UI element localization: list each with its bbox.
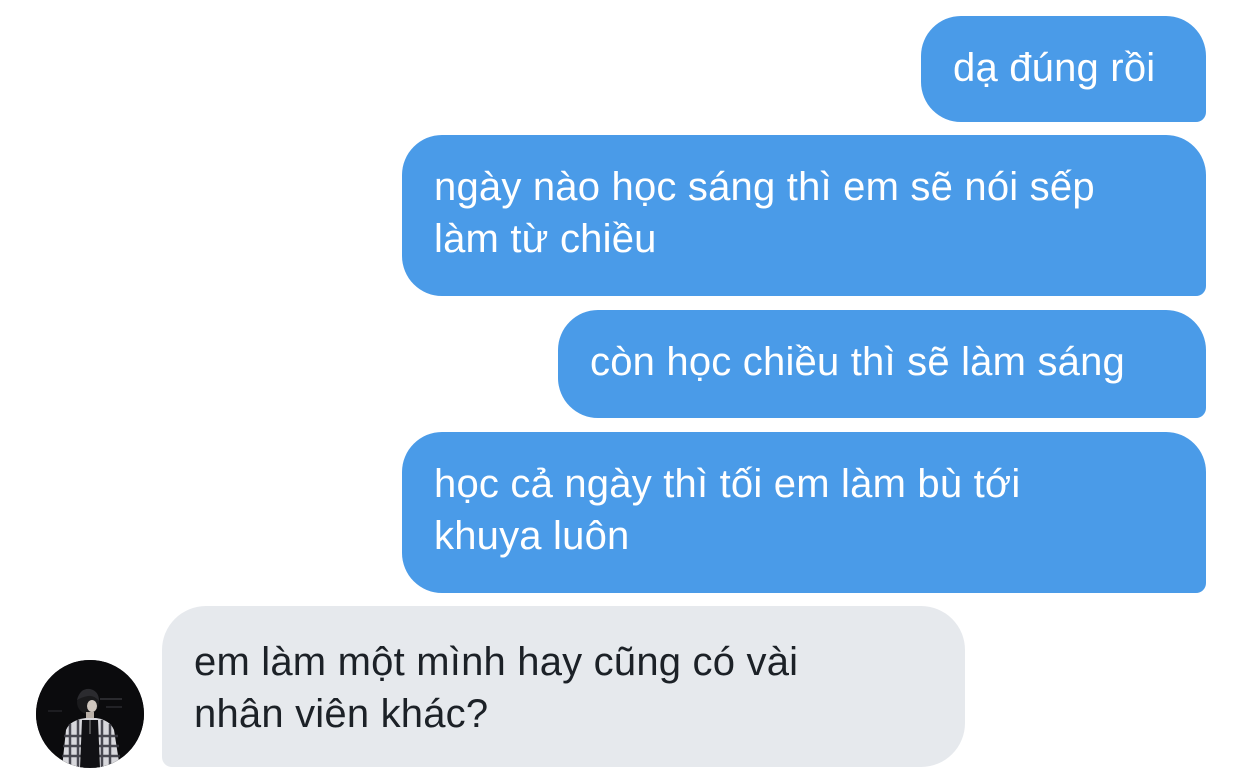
sender-avatar[interactable] [36,660,144,768]
message-text: còn học chiều thì sẽ làm sáng [590,340,1125,384]
message-bubble-outgoing[interactable]: dạ đúng rồi [921,16,1206,122]
person-photo-icon [36,660,144,768]
message-text: nhân viên khác? [194,692,489,736]
message-text: học cả ngày thì tối em làm bù tới [434,462,1021,506]
message-text: dạ đúng rồi [953,46,1156,90]
message-text: khuya luôn [434,514,630,558]
message-bubble-outgoing[interactable]: ngày nào học sáng thì em sẽ nói sếp làm … [402,135,1206,296]
message-text: làm từ chiều [434,217,657,261]
message-bubble-incoming[interactable]: em làm một mình hay cũng có vài nhân viê… [162,606,965,767]
message-text: ngày nào học sáng thì em sẽ nói sếp [434,165,1095,209]
message-bubble-outgoing[interactable]: còn học chiều thì sẽ làm sáng [558,310,1206,418]
message-bubble-outgoing[interactable]: học cả ngày thì tối em làm bù tới khuya … [402,432,1206,593]
message-text: em làm một mình hay cũng có vài [194,640,799,684]
